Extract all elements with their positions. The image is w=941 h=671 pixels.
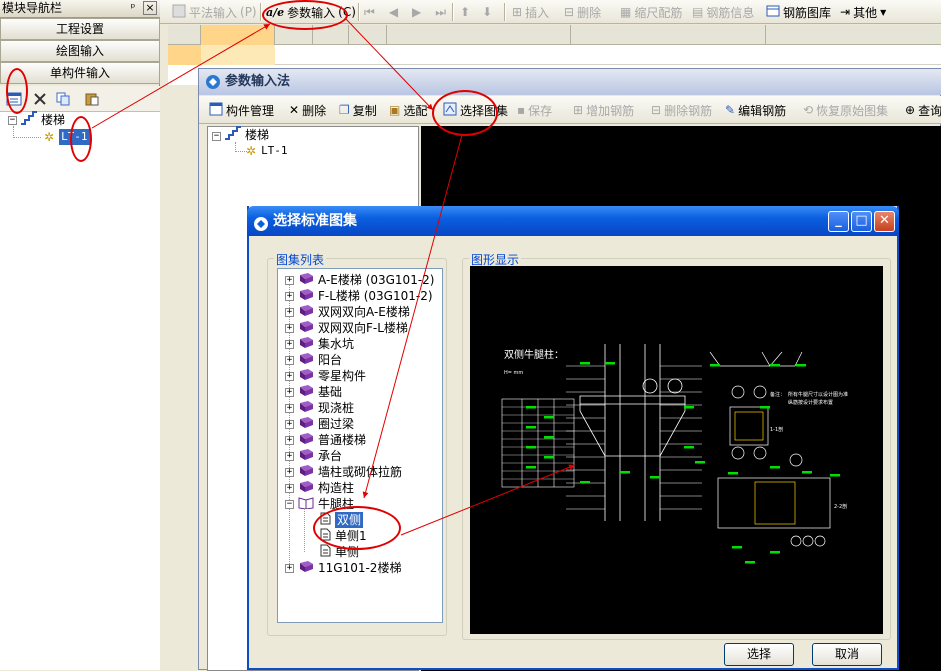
annotation-arrows [91,17,576,536]
